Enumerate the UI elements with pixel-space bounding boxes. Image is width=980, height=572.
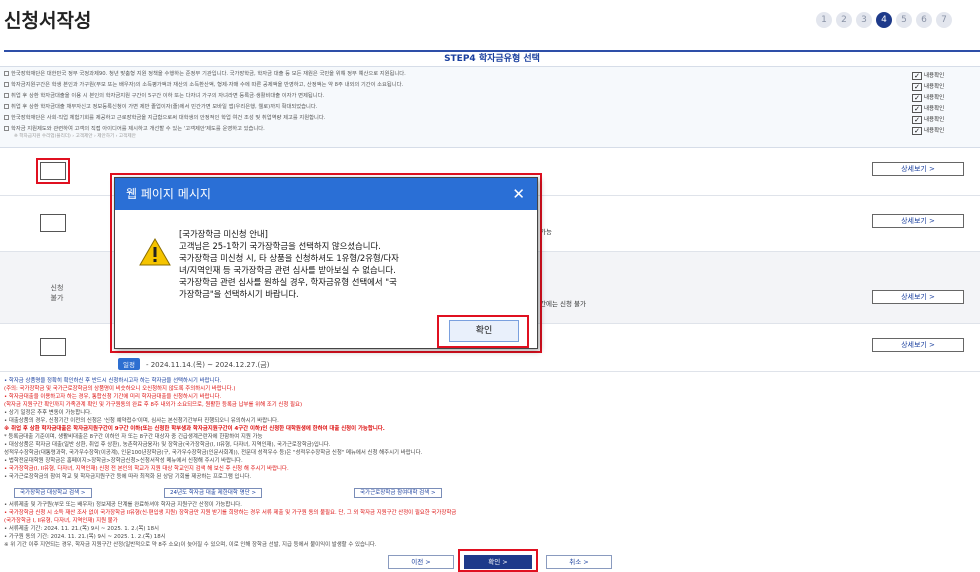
step-1: 1 [816, 12, 832, 28]
bottom-line: (학자금 지원구간 확인까지 가족관계 확인 및 가구원동의 완료 후 8주 내… [4, 402, 303, 408]
bottom-line: (국가장학금 I, II유형, 다자녀, 지역인재) 지원 불가 [4, 518, 118, 524]
bottom-line: • 서류제출 기간: 2024. 11. 21.(목) 9시 ~ 2025. 1… [4, 526, 159, 532]
checkbox-icon [4, 104, 9, 109]
check-icon: ✓ [912, 126, 922, 135]
prev-button[interactable]: 이전 > [388, 555, 454, 569]
dialog-body: [국가장학금 미신청 안내] 고객님은 25-1학기 국가장학금을 선택하지 않… [115, 210, 537, 300]
bottom-line: • 법학전문대학원 장학금은 홈페이지>장학금>장학금신청>신청서작성 메뉴에서… [4, 458, 243, 464]
bottom-line: • 대출상품의 경우, 신청기간 이전의 신청은 '신청 예약접수'이며, 심사… [4, 418, 279, 424]
step-3: 3 [856, 12, 872, 28]
row4-select-checkbox[interactable] [40, 338, 66, 356]
check-icon: ✓ [912, 104, 922, 113]
notice-line: 취업 후 상환 학자금대출 채무자신고 정보등록신청이 가변 제반 졸업이자(졸… [4, 102, 904, 112]
notice-box: 한국장학재단은 대한민국 정부 국정과제90. 청년 맞춤형 지원 정책을 수행… [0, 66, 980, 148]
page: { "header": { "title": "신청서작성", "steps":… [0, 0, 980, 572]
bottom-line: 성적우수장학금(대통령과학, 국가우수장학(이공계), 인문100년장학금(구,… [4, 450, 423, 456]
school-search-button[interactable]: 국가장학금 대상학교 검색 > [14, 488, 92, 498]
check-icon: ✓ [912, 71, 922, 80]
row2-select-checkbox[interactable] [40, 214, 66, 232]
bottom-line: • 상기 일정은 추후 변동이 가능합니다. [4, 410, 92, 416]
bottom-line: • 가구원 동의 기간: 2024. 11. 21.(목) 9시 ~ 2025.… [4, 534, 166, 540]
notice-line: 한국장학재단은 대한민국 정부 국정과제90. 청년 맞춤형 지원 정책을 수행… [4, 69, 904, 79]
step-4-active: 4 [876, 12, 892, 28]
loan-restricted-list-button[interactable]: 24년도 학자금 대출 제한대학 명단 > [164, 488, 263, 498]
bottom-line: (주의: 국가장학금 및 국가근로장학금의 상품명이 비슷하오니 오신청하지 않… [4, 386, 236, 392]
row1-select-checkbox[interactable] [36, 158, 70, 184]
checkbox-icon [4, 71, 9, 76]
confirm-check-6[interactable]: ✓ 내용확인 [912, 126, 944, 136]
page-title: 신청서작성 [4, 10, 92, 32]
row3-detail-button[interactable]: 상세보기 > [872, 290, 964, 304]
check-icon: ✓ [912, 115, 922, 124]
bottom-line: • 대상상품은 학자금 대출(일반 상환, 취업 후 상환), 농촌학자금융자)… [4, 442, 331, 448]
bottom-line: * 등록금대출 기준이며, 생활비대출은 8구간 이하인 자 또는 8구간 대상… [4, 434, 263, 440]
step-2: 2 [836, 12, 852, 28]
dialog-titlebar: 웹 페이지 메시지 ✕ [115, 178, 537, 210]
step-title: STEP4 학자금유형 선택 [4, 50, 980, 64]
confirm-check-1[interactable]: ✓ 내용확인 [912, 71, 944, 81]
row3-tail-text: 간에는 신청 불가 [540, 300, 586, 308]
dialog-line: 가장학금"을 선택하시기 바랍니다. [179, 289, 299, 299]
bottom-line: • 학자금대출을 이용하고자 하는 경우, 통합신청 기간에 미리 학자금대출을… [4, 394, 222, 400]
row4-detail-button[interactable]: 상세보기 > [872, 338, 964, 352]
step-5: 5 [896, 12, 912, 28]
confirm-check-4[interactable]: ✓ 내용확인 [912, 104, 944, 114]
bottom-line: • 국가근로장학금의 참여 학교 및 학자금지원구간 등에 따라 최적화 된 상… [4, 474, 252, 480]
check-icon: ✓ [912, 82, 922, 91]
dialog-line: 국가장학금 미신청 시, 타 상품을 신청하셔도 1유형/2유형/다자 [179, 253, 399, 263]
step-6: 6 [916, 12, 932, 28]
notice-line: 학자금지원구간은 학생 본인과 가구원(부모 또는 배우자)의 소득평가액과 재… [4, 80, 904, 90]
warning-icon [139, 238, 171, 266]
checkbox-icon [4, 115, 9, 120]
check-icon: ✓ [912, 93, 922, 102]
step-indicator: 1 2 3 4 5 6 7 [816, 12, 952, 28]
row2-detail-button[interactable]: 상세보기 > [872, 214, 964, 228]
checkbox-icon [4, 82, 9, 87]
period-badge: 일정 [118, 358, 140, 370]
cancel-button[interactable]: 취소 > [546, 555, 612, 569]
checkbox-icon [4, 126, 9, 131]
notice-subnote: ※ 학자금지원 수리업(플리더) › 고객제안 › 제안하기 › 고객제안 [14, 134, 136, 139]
next-button-highlight [458, 549, 538, 572]
bottom-line: • 국가장학금 신청 시 소득 재산 조사 없이 국가장학금 II유형(신·편입… [4, 510, 457, 516]
bottom-line: • 서류제출 및 가구원(부모 또는 배우자) 정보제공 단계를 완료하셔야 학… [4, 502, 242, 508]
confirm-check-2[interactable]: ✓ 내용확인 [912, 82, 944, 92]
bottom-line: • 학자금 상품명을 정확히 확인하신 후 반드시 신청하시고자 하는 학자금을… [4, 378, 222, 384]
ok-button[interactable]: 확인 [449, 320, 519, 342]
message-dialog: 웹 페이지 메시지 ✕ [국가장학금 미신청 안내] 고객님은 25-1학기 국… [114, 177, 538, 349]
notice-line: 취업 후 상환 학자금대출을 이용 시 본인의 학자금지원 구간이 5구간 이하… [4, 91, 904, 101]
confirm-check-5[interactable]: ✓ 내용확인 [912, 115, 944, 125]
row4-period: 일정 - 2024.11.14.(목) ~ 2024.12.27.(금) [118, 358, 269, 370]
bottom-line: • 국가장학금(I, II유형, 다자녀, 지역인재) 신청 전 본인의 학교가… [4, 466, 289, 472]
dialog-line: 고객님은 25-1학기 국가장학금을 선택하지 않으셨습니다. [179, 241, 381, 251]
notice-line: 한국장학재단은 사회·직업 체험기회를 제공하고 근로장학금을 지급함으로써 대… [4, 113, 904, 123]
dialog-title: 웹 페이지 메시지 [126, 187, 211, 201]
close-icon[interactable]: ✕ [512, 178, 525, 210]
dialog-heading: [국가장학금 미신청 안내] [179, 229, 268, 239]
row1-detail-button[interactable]: 상세보기 > [872, 162, 964, 176]
bottom-line: ※ 위 기간 이후 지연되는 경우, 학자금 지원구간 산정(일반적으로 약 8… [4, 542, 377, 548]
work-study-search-button[interactable]: 국가근로장학금 참여대학 검색 > [354, 488, 442, 498]
bottom-line: ※ 취업 후 상환 학자금대출은 학자금지원구간이 9구간 이하(또는 신청한 … [4, 426, 385, 432]
row3-status: 신청 불가 [50, 284, 64, 302]
dialog-line: 녀/지역인재 등 국가장학금 관련 심사를 받아보실 수 없습니다. [179, 265, 396, 275]
dialog-line: 국가장학금 관련 심사를 원하실 경우, 학자금유형 선택에서 "국 [179, 277, 397, 287]
step-7: 7 [936, 12, 952, 28]
checkbox-icon [4, 93, 9, 98]
confirm-check-3[interactable]: ✓ 내용확인 [912, 93, 944, 103]
